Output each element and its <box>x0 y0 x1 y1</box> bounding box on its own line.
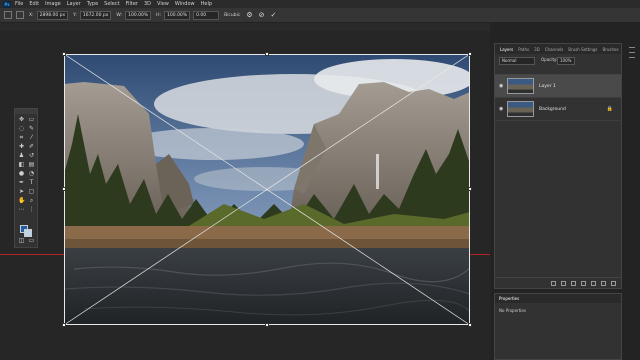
properties-panel: Properties No Properties <box>494 293 622 360</box>
menu-select[interactable]: Select <box>104 1 119 7</box>
tab-layers[interactable]: Layers <box>500 47 513 52</box>
clone-stamp-icon[interactable]: ♟ <box>18 153 25 159</box>
opacity-field[interactable]: 100% <box>557 57 575 65</box>
delete-layer-icon[interactable] <box>611 280 616 286</box>
background-color-swatch[interactable] <box>24 229 32 237</box>
type-tool-icon[interactable]: T <box>28 180 35 186</box>
adjustment-layer-icon[interactable] <box>581 280 586 286</box>
layer-name[interactable]: Layer 1 <box>539 84 556 89</box>
tab-3d[interactable]: 3D <box>534 47 540 52</box>
add-mask-icon[interactable] <box>571 280 576 286</box>
h-label: H: <box>156 12 162 18</box>
tools-panel-header[interactable] <box>15 109 37 114</box>
width-field[interactable]: 100.00% <box>125 10 152 20</box>
visibility-eye-icon[interactable]: ◉ <box>499 83 503 89</box>
menu-filter[interactable]: Filter <box>126 1 138 7</box>
photoshop-logo-icon: Ps <box>3 0 11 8</box>
transform-handle-top-right[interactable] <box>468 52 472 56</box>
tab-brushes[interactable]: Brushes <box>603 47 619 52</box>
layer-style-icon[interactable] <box>561 280 566 286</box>
layer-thumbnail <box>507 101 534 117</box>
properties-empty-text: No Properties <box>499 308 526 313</box>
y-field[interactable]: 1672.00 px <box>79 10 112 20</box>
menu-3d[interactable]: 3D <box>144 1 151 7</box>
layers-panel: Layers Paths 3D Channels Brush Settings … <box>494 43 622 289</box>
angle-field[interactable]: 0.00 <box>193 10 220 20</box>
lasso-tool-icon[interactable]: ◌ <box>18 126 25 132</box>
properties-title: Properties <box>495 294 621 303</box>
group-icon[interactable] <box>591 280 596 286</box>
cancel-icon[interactable]: ⊘ <box>259 11 265 19</box>
blend-mode-select[interactable]: Normal <box>499 57 535 65</box>
move-tool-icon[interactable]: ✥ <box>18 117 25 123</box>
pen-tool-icon[interactable]: ✒ <box>18 180 25 186</box>
transform-handle-top-left[interactable] <box>62 52 66 56</box>
screen-mode-icon[interactable]: ▭ <box>28 238 35 244</box>
transform-handle-left[interactable] <box>62 187 66 191</box>
layer-name[interactable]: Background <box>539 107 566 112</box>
menu-layer[interactable]: Layer <box>67 1 81 7</box>
history-brush-icon[interactable]: ↺ <box>28 153 35 159</box>
warp-icon[interactable]: ⚙ <box>246 11 252 19</box>
layers-footer <box>495 277 621 288</box>
new-layer-icon[interactable] <box>601 280 606 286</box>
layers-controls: Normal Opacity: 100% <box>495 54 621 75</box>
menu-bar: Ps File Edit Image Layer Type Select Fil… <box>0 0 640 8</box>
transform-handle-right[interactable] <box>468 187 472 191</box>
menu-view[interactable]: View <box>157 1 169 7</box>
shape-tool-icon[interactable]: ▢ <box>28 189 35 195</box>
transform-handle-bottom-right[interactable] <box>468 323 472 327</box>
y-label: Y: <box>73 12 77 18</box>
layers-panel-tabs: Layers Paths 3D Channels Brush Settings … <box>495 44 621 54</box>
transform-tool-icon <box>4 11 12 19</box>
layer-thumbnail <box>507 78 534 94</box>
commit-check-icon[interactable]: ✓ <box>270 11 276 19</box>
reference-point-icon[interactable] <box>16 11 24 19</box>
eyedropper-tool-icon[interactable]: ⁄ <box>28 135 35 141</box>
document-tab-strip <box>0 23 490 31</box>
menu-help[interactable]: Help <box>201 1 212 7</box>
layer-row[interactable]: ◉ Layer 1 <box>495 75 621 98</box>
link-layers-icon[interactable] <box>551 280 556 286</box>
visibility-eye-icon[interactable]: ◉ <box>499 106 503 112</box>
w-label: W: <box>116 12 123 18</box>
tab-paths[interactable]: Paths <box>518 47 529 52</box>
tab-channels[interactable]: Channels <box>545 47 564 52</box>
menu-file[interactable]: File <box>15 1 23 7</box>
crop-tool-icon[interactable]: ⌗ <box>18 135 25 141</box>
tools-panel: ✥ ▭ ◌ ✎ ⌗ ⁄ ✚ ✐ ♟ ↺ ◧ ▤ ● ◔ ✒ T ➤ ▢ ✋ ⌕ … <box>14 108 38 248</box>
hand-tool-icon[interactable]: ✋ <box>18 198 25 204</box>
marquee-tool-icon[interactable]: ▭ <box>28 117 35 123</box>
menu-image[interactable]: Image <box>45 1 61 7</box>
brush-tool-icon[interactable]: ✐ <box>28 144 35 150</box>
transform-handle-bottom[interactable] <box>265 323 269 327</box>
edit-toolbar-icon[interactable]: ⋮ <box>28 207 35 213</box>
tab-brush-settings[interactable]: Brush Settings <box>568 47 597 52</box>
lock-icon: 🔒 <box>606 106 613 112</box>
x-label: X: <box>29 12 34 18</box>
interpolation-select[interactable]: Bicubic <box>224 13 240 18</box>
panel-collapse-strip[interactable] <box>626 43 638 293</box>
quick-select-tool-icon[interactable]: ✎ <box>28 126 35 132</box>
menu-window[interactable]: Window <box>175 1 195 7</box>
menu-type[interactable]: Type <box>87 1 98 7</box>
blur-tool-icon[interactable]: ● <box>18 171 25 177</box>
layer-row[interactable]: ◉ Background 🔒 <box>495 98 621 121</box>
options-bar: X: 2898.00 px Y: 1672.00 px W: 100.00% H… <box>0 8 640 23</box>
opacity-label: Opacity: <box>541 57 558 62</box>
quick-mask-icon[interactable]: ◫ <box>18 238 25 244</box>
path-select-icon[interactable]: ➤ <box>18 189 25 195</box>
height-field[interactable]: 100.00% <box>164 10 191 20</box>
transform-diagonals <box>64 54 470 325</box>
eraser-tool-icon[interactable]: ◧ <box>18 162 25 168</box>
x-field[interactable]: 2898.00 px <box>36 10 69 20</box>
more-tools-icon[interactable]: ⋯ <box>18 207 25 213</box>
menu-edit[interactable]: Edit <box>29 1 39 7</box>
zoom-tool-icon[interactable]: ⌕ <box>28 198 35 204</box>
healing-brush-icon[interactable]: ✚ <box>18 144 25 150</box>
gradient-tool-icon[interactable]: ▤ <box>28 162 35 168</box>
transform-handle-bottom-left[interactable] <box>62 323 66 327</box>
transform-handle-top[interactable] <box>265 52 269 56</box>
dodge-tool-icon[interactable]: ◔ <box>28 171 35 177</box>
